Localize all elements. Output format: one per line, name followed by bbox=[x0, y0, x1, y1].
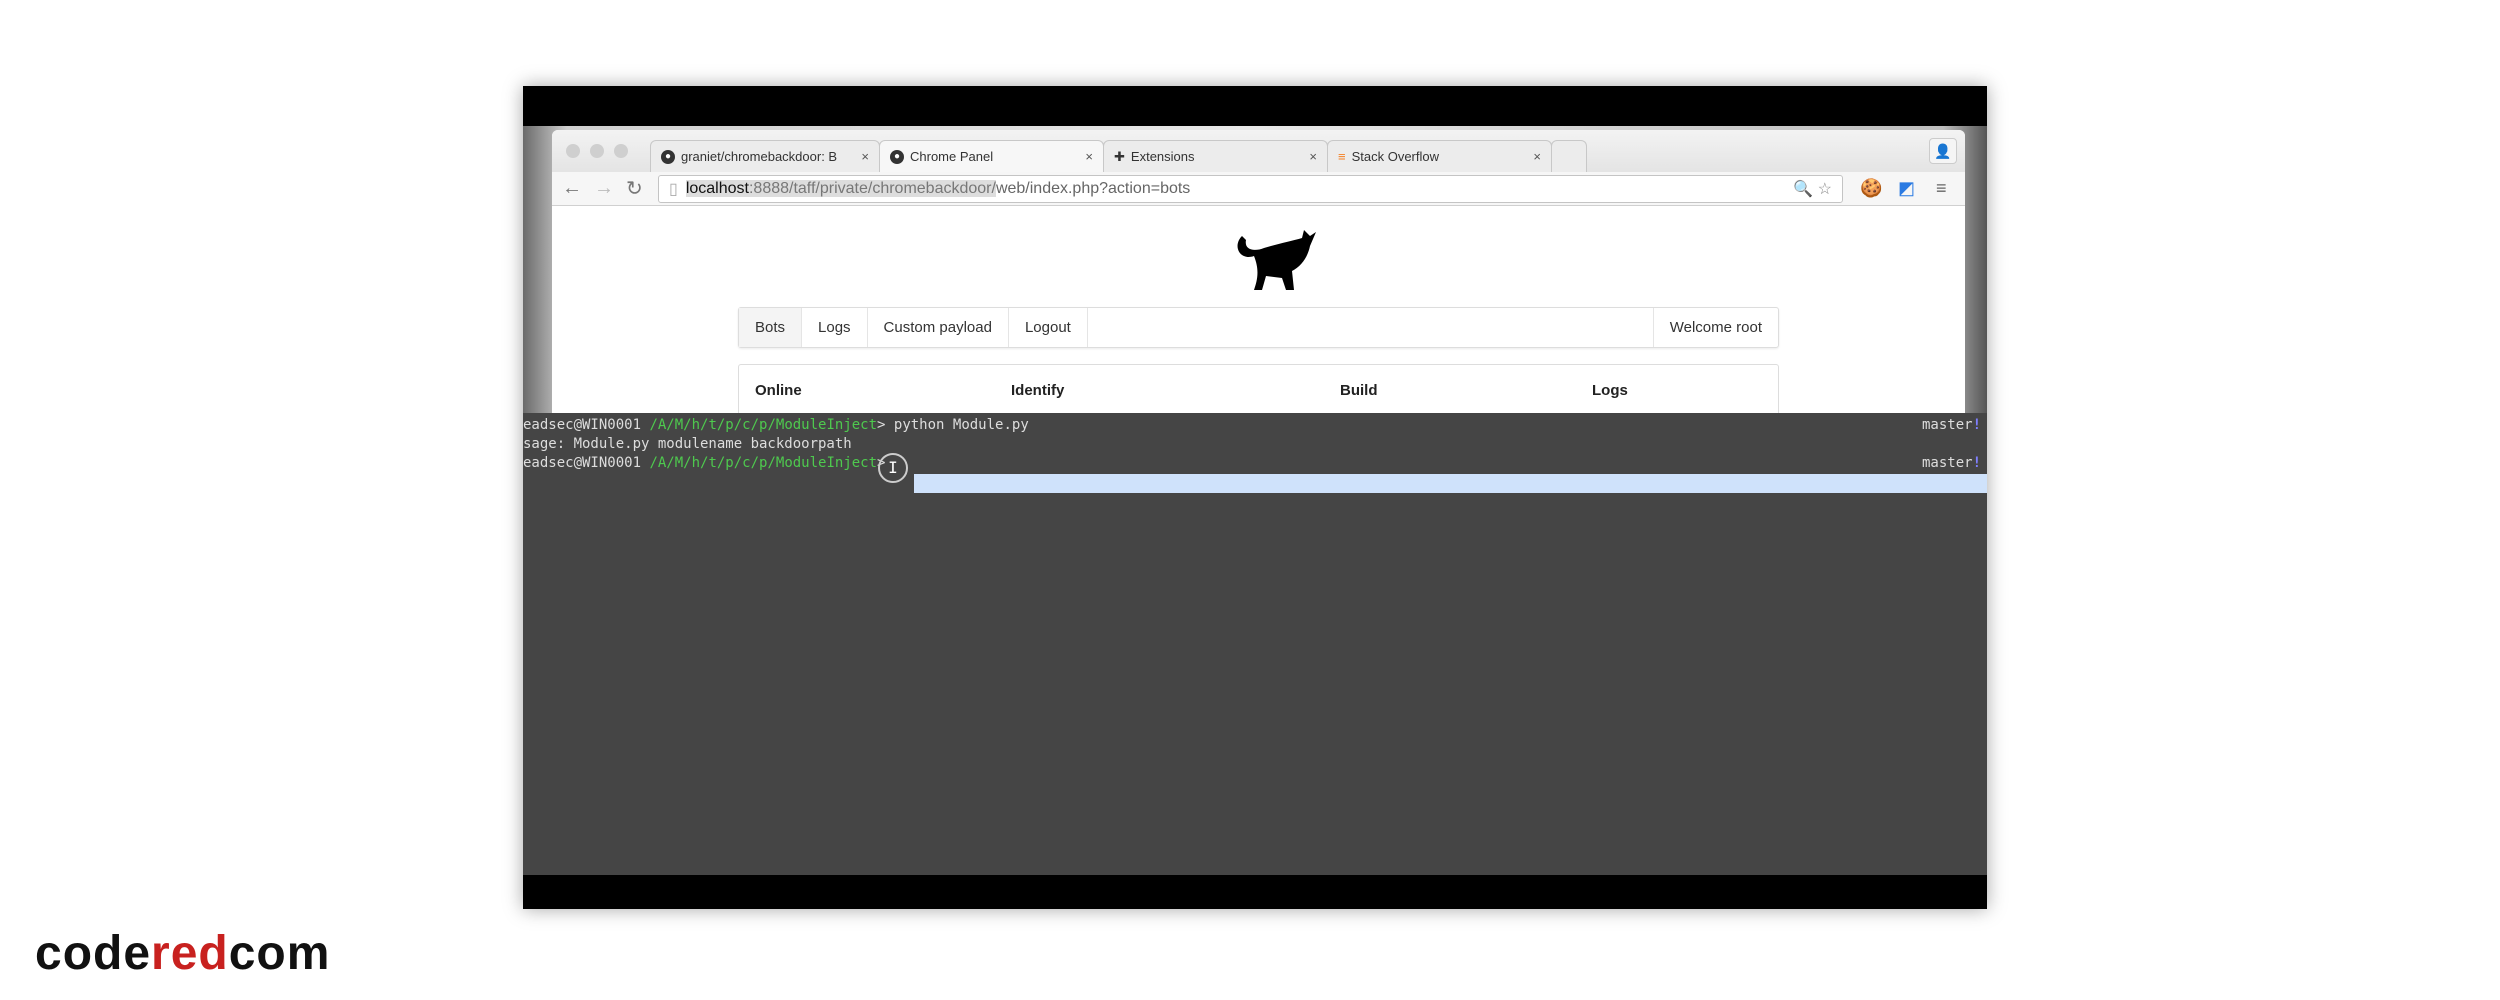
stackoverflow-icon: ≡ bbox=[1338, 149, 1346, 164]
url-host: localhost bbox=[685, 180, 749, 197]
tab-label: Extensions bbox=[1130, 149, 1195, 164]
address-bar[interactable]: ▯ localhost:8888/taff/private/chromeback… bbox=[658, 175, 1843, 203]
github-icon: ● bbox=[661, 149, 675, 164]
selection-highlight bbox=[914, 474, 1987, 493]
puzzle-icon: ✚ bbox=[1114, 148, 1125, 164]
forward-icon[interactable]: → bbox=[594, 177, 616, 200]
page-icon: ▯ bbox=[669, 181, 678, 198]
tab-label: graniet/chromebackdoor: B bbox=[681, 149, 838, 164]
extension-icon[interactable]: ◩ bbox=[1898, 178, 1915, 199]
tab-label: Stack Overflow bbox=[1351, 149, 1440, 164]
welcome-text: Welcome root bbox=[1652, 308, 1778, 347]
terminal-line: eadsec@WIN0001 /A/M/h/t/p/c/p/ModuleInje… bbox=[523, 455, 886, 471]
tab-stackoverflow[interactable]: ≡ Stack Overflow × bbox=[1327, 140, 1552, 172]
git-branch: master! bbox=[1921, 455, 1981, 471]
watermark-logo: coderedcom bbox=[35, 927, 331, 980]
text-cursor-icon: I bbox=[878, 453, 908, 483]
bots-table: Online Identify Build Logs bbox=[738, 364, 1779, 415]
menu-icon[interactable]: ≡ bbox=[1936, 178, 1947, 199]
close-icon[interactable]: × bbox=[1309, 149, 1317, 164]
tab-label: Chrome Panel bbox=[910, 149, 994, 164]
column-header: Logs bbox=[1592, 382, 1628, 399]
close-icon[interactable]: × bbox=[1533, 149, 1541, 164]
main-nav: Bots Logs Custom payload Logout Welcome … bbox=[738, 307, 1779, 348]
window-controls[interactable] bbox=[566, 144, 628, 158]
video-frame: ● graniet/chromebackdoor: B × ● Chrome Pane… bbox=[523, 86, 1987, 909]
github-icon: ● bbox=[890, 149, 904, 164]
url-query: web/index.php?action=bots bbox=[995, 180, 1191, 197]
nav-custom-payload[interactable]: Custom payload bbox=[868, 308, 1009, 347]
reload-icon[interactable]: ↻ bbox=[626, 176, 648, 201]
terminal-line: sage: Module.py modulename backdoorpath bbox=[523, 436, 852, 452]
new-tab-button[interactable] bbox=[1551, 140, 1587, 172]
column-header: Identify bbox=[1011, 382, 1065, 399]
url-path: :8888/taff/private/chromebackdoor/ bbox=[748, 180, 996, 197]
tab-strip: ● graniet/chromebackdoor: B × ● Chrome Pane… bbox=[552, 130, 1965, 172]
back-icon[interactable]: ← bbox=[562, 177, 584, 200]
letterbox-top bbox=[523, 86, 1987, 126]
profile-icon[interactable]: 👤 bbox=[1929, 138, 1957, 164]
column-header: Build bbox=[1340, 382, 1378, 399]
close-icon[interactable]: × bbox=[1085, 149, 1093, 164]
tab-extensions[interactable]: ✚ Extensions × bbox=[1103, 140, 1328, 172]
close-icon[interactable]: × bbox=[861, 149, 869, 164]
git-branch: master! bbox=[1921, 417, 1981, 433]
column-header: Online bbox=[755, 382, 802, 399]
tab-chrome-panel[interactable]: ● Chrome Panel × bbox=[879, 140, 1104, 172]
terminal-line: eadsec@WIN0001 /A/M/h/t/p/c/p/ModuleInje… bbox=[523, 417, 1029, 433]
nav-logs[interactable]: Logs bbox=[802, 308, 868, 347]
browser-window: ● graniet/chromebackdoor: B × ● Chrome Pane… bbox=[552, 130, 1965, 415]
star-icon[interactable]: 🔍 ☆ bbox=[1793, 179, 1832, 199]
cat-logo-icon bbox=[1237, 230, 1316, 290]
web-page: Bots Logs Custom payload Logout Welcome … bbox=[552, 206, 1965, 415]
toolbar: ← → ↻ ▯ localhost:8888/taff/private/chro… bbox=[552, 172, 1965, 206]
nav-logout[interactable]: Logout bbox=[1009, 308, 1088, 347]
cookie-extension-icon[interactable]: 🍪 bbox=[1860, 178, 1882, 199]
terminal[interactable]: eadsec@WIN0001 /A/M/h/t/p/c/p/ModuleInje… bbox=[523, 413, 1987, 875]
tab-github[interactable]: ● graniet/chromebackdoor: B × bbox=[650, 140, 880, 172]
letterbox-bottom bbox=[523, 875, 1987, 909]
nav-bots[interactable]: Bots bbox=[739, 308, 803, 347]
